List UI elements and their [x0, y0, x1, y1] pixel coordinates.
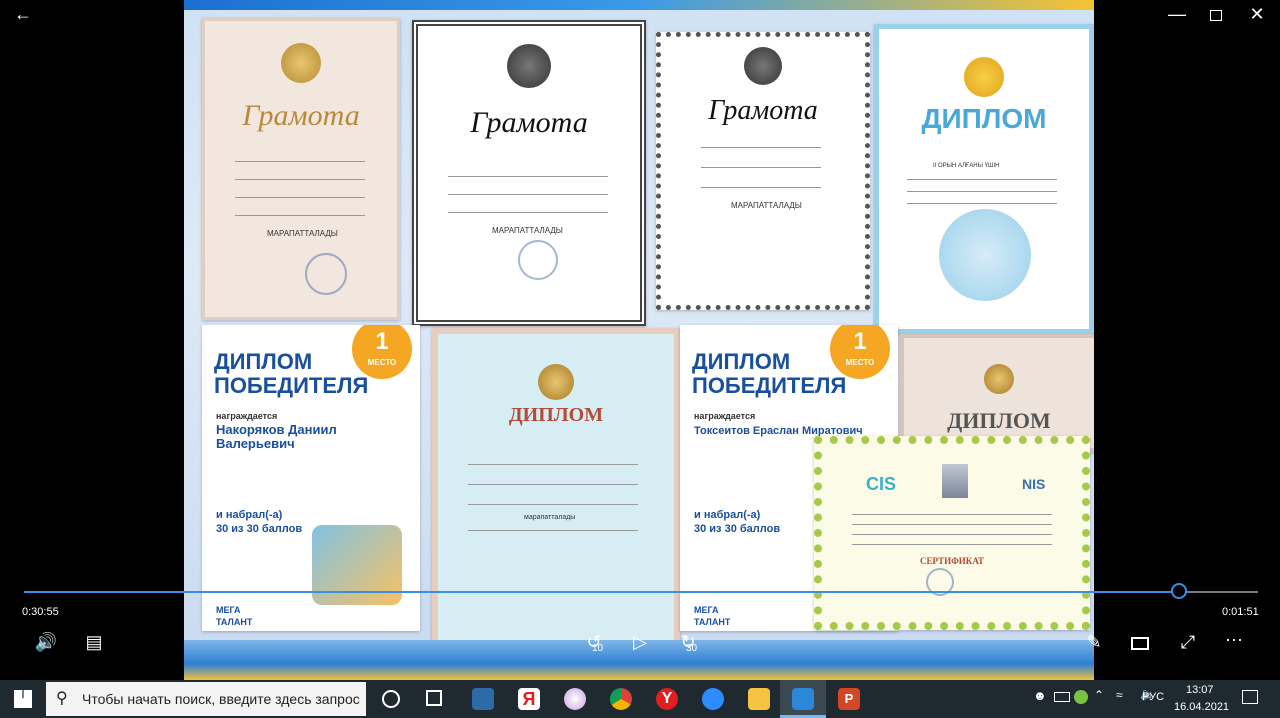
brand-line1: МЕГА [216, 605, 241, 615]
emblem-icon [744, 47, 782, 85]
zoom-icon[interactable] [702, 688, 724, 710]
restore-icon[interactable] [1210, 10, 1222, 21]
taskbar-search-box[interactable]: ⚲ Чтобы начать поиск, введите здесь запр… [46, 682, 366, 716]
certificate-diplom-1: ДИПЛОМ II ОРЫН АЛҒАНЫ ҮШІН [874, 24, 1094, 334]
certificate-subtitle: II ОРЫН АЛҒАНЫ ҮШІН [933, 163, 1000, 169]
certificate-award-text: МАРАПАТТАЛАДЫ [267, 229, 338, 238]
first-place-badge: 1 МЕСТО [352, 325, 412, 379]
tray-chevron-icon[interactable]: ⌃ [1094, 688, 1104, 702]
certificate-award-text: МАРАПАТТАЛАДЫ [731, 201, 802, 210]
diploma-title-line1: ДИПЛОМ [214, 349, 313, 374]
frame-top-stripe [184, 0, 1094, 10]
tray-language[interactable]: РУС [1142, 691, 1164, 703]
magnet-illustration [312, 525, 402, 605]
tray-battery-icon[interactable] [1054, 692, 1070, 702]
certificate-title: ДИПЛОМ [508, 404, 604, 426]
score-intro: и набрал(-а) [216, 509, 283, 521]
remaining-time: 0:01:51 [1222, 606, 1259, 618]
portrait-image [942, 464, 968, 498]
progress-fill [24, 591, 1180, 593]
certificate-title: Грамота [242, 99, 360, 132]
certificate-title: Грамота [708, 95, 818, 126]
task-view-icon[interactable] [382, 690, 400, 708]
minimize-icon[interactable]: — [1166, 4, 1188, 26]
tray-time[interactable]: 13:07 [1186, 684, 1214, 696]
current-time: 0:30:55 [22, 606, 59, 618]
awarded-label: награждается [216, 411, 278, 421]
skip-forward-label: 30 [686, 643, 698, 654]
seal-icon [305, 253, 347, 295]
notification-center-icon[interactable] [1242, 690, 1258, 704]
certificate-diplom-3: ДИПЛОМ [900, 334, 1094, 452]
nis-logo: NIS [1022, 476, 1046, 492]
fullscreen-icon[interactable]: ⤢ [1176, 632, 1200, 656]
search-icon: ⚲ [56, 690, 68, 707]
brand-line2: ТАЛАНТ [216, 617, 253, 627]
tray-app-icon[interactable] [1074, 690, 1088, 704]
timeline-icon[interactable] [426, 690, 442, 706]
skip-back-label: 10 [592, 643, 604, 654]
emblem-icon [538, 364, 574, 400]
brand-line1: МЕГА [694, 605, 719, 615]
awarded-label: награждается [694, 411, 756, 421]
certificate-gramota-2: Грамота МАРАПАТТАЛАДЫ [412, 20, 646, 326]
emblem-icon [984, 364, 1014, 394]
certificate-title: Грамота [470, 106, 588, 139]
certificate-gramota-1: Грамота МАРАПАТТАЛАДЫ [202, 18, 400, 320]
yandex-browser-icon[interactable]: Я [518, 688, 540, 710]
certificate-diploma-winner-1: ДИПЛОМ ПОБЕДИТЕЛЯ 1 МЕСТО награждается Н… [202, 325, 420, 631]
brand-line2: ТАЛАНТ [694, 617, 731, 627]
diploma-title-line1: ДИПЛОМ [692, 349, 791, 374]
paint-icon[interactable] [564, 688, 586, 710]
certificate-diplom-2: ДИПЛОМ марапатталады [432, 328, 680, 650]
winner-name: Накоряков Даниил Валерьевич [216, 422, 337, 451]
score: 30 из 30 баллов [216, 523, 303, 535]
score: 30 из 30 баллов [694, 523, 781, 535]
close-icon[interactable]: ✕ [1246, 4, 1268, 26]
certificate-sertifikat: CIS NIS СЕРТИФИКАТ [814, 436, 1090, 630]
score-intro: и набрал(-а) [694, 509, 761, 521]
captions-icon[interactable]: ▤ [82, 632, 106, 656]
seal-icon [518, 240, 558, 280]
diploma-title-line2: ПОБЕДИТЕЛЯ [692, 373, 847, 398]
certificate-award-text: марапатталады [524, 514, 576, 521]
emblem-icon [281, 43, 321, 83]
first-place-badge: 1 МЕСТО [830, 325, 890, 379]
emblem-icon [507, 44, 551, 88]
skip-forward-icon[interactable]: ↻ 30 [674, 632, 702, 656]
video-frame[interactable]: Грамота МАРАПАТТАЛАДЫ Грамота МАРАПАТТАЛ… [184, 0, 1094, 680]
certificate-title: СЕРТИФИКАТ [919, 556, 985, 566]
calculator-icon[interactable] [472, 688, 494, 710]
file-explorer-icon[interactable] [748, 688, 770, 710]
cis-logo: CIS [866, 474, 897, 494]
mini-view-icon[interactable] [1131, 637, 1149, 650]
diploma-title-line2: ПОБЕДИТЕЛЯ [214, 373, 369, 398]
play-icon[interactable]: ▷ [628, 632, 652, 656]
tray-wifi-icon[interactable]: ≈ [1116, 688, 1123, 702]
certificate-gramota-3: Грамота МАРАПАТТАЛАДЫ [656, 32, 870, 310]
chrome-icon[interactable] [610, 688, 632, 710]
certificate-title: ДИПЛОМ [921, 103, 1047, 134]
search-placeholder: Чтобы начать поиск, введите здесь запрос [82, 691, 360, 707]
tray-people-icon[interactable]: ☻ [1033, 688, 1047, 703]
powerpoint-icon[interactable]: P [838, 688, 860, 710]
edit-pen-icon[interactable]: ✎ [1082, 632, 1106, 656]
certificate-title: ДИПЛОМ [947, 408, 1051, 433]
volume-icon[interactable]: 🔊 [34, 632, 58, 656]
progress-thumb[interactable] [1171, 583, 1187, 599]
hexagon-graphic [939, 209, 1031, 301]
tray-date[interactable]: 16.04.2021 [1174, 701, 1229, 713]
skip-back-icon[interactable]: ↺ 10 [580, 632, 608, 656]
certificate-award-text: МАРАПАТТАЛАДЫ [492, 226, 563, 235]
sun-logo-icon [964, 57, 1004, 97]
more-options-icon[interactable]: ⋯ [1222, 630, 1246, 654]
yandex-icon[interactable]: Y [656, 688, 678, 710]
movies-tv-icon[interactable] [792, 688, 814, 710]
back-arrow-icon[interactable]: ← [12, 4, 34, 26]
